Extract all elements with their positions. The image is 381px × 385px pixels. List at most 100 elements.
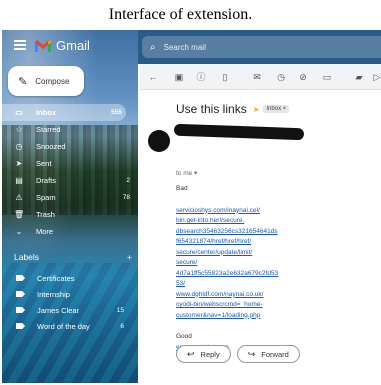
nav-label: Spam [36, 193, 56, 202]
spam-icon: ⚠ [15, 193, 23, 202]
label-name: Internship [37, 289, 70, 299]
sender-avatar [148, 130, 170, 152]
suspicious-link-line[interactable]: bin.get-into.her!/secure. [176, 216, 376, 227]
trash-icon: 🗑 [14, 210, 25, 219]
sidebar: Gmail ✎ Compose ▭ Inbox 555 ☆ Starred ◷ … [2, 30, 138, 383]
label-item-certificates[interactable]: Certificates [2, 270, 138, 286]
message-toolbar: ← ▣ ⓘ ▯ ✉ ◷ ⊘ ▭ ▰ ▷ [140, 64, 381, 90]
figure-caption: Interface of extension. [108, 6, 253, 23]
suspicious-link-line[interactable]: f654321874/href/href/href/ [176, 237, 376, 248]
nav-item-more[interactable]: ⌄ More [2, 223, 138, 240]
star-icon: ☆ [15, 125, 23, 134]
gmail-wordmark: Gmail [56, 38, 90, 53]
message-view: Use this links ➤ Inbox × to me ▾ Bad ser… [140, 90, 381, 383]
suspicious-link-line[interactable]: 53/ [176, 279, 376, 290]
move-to-icon[interactable]: ▭ [320, 70, 334, 84]
nav-label: More [36, 227, 54, 236]
send-icon: ➤ [15, 159, 23, 168]
archive-icon[interactable]: ▣ [172, 70, 186, 84]
draft-icon: ▤ [15, 176, 23, 185]
label-tag-icon [16, 275, 25, 281]
nav-item-inbox[interactable]: ▭ Inbox 555 [2, 104, 126, 121]
recipient-details[interactable]: to me ▾ [176, 169, 197, 177]
nav-count: 78 [122, 194, 130, 201]
nav-label: Drafts [36, 176, 57, 185]
mark-unread-icon[interactable]: ✉ [250, 70, 264, 84]
nav-item-sent[interactable]: ➤ Sent [2, 155, 138, 172]
inbox-icon: ▭ [15, 108, 23, 117]
nav-label: Snoozed [36, 142, 66, 151]
inbox-label-chip[interactable]: Inbox × [263, 105, 290, 113]
reply-label: Reply [200, 349, 220, 359]
label-name: James Clear [37, 305, 80, 315]
label-count: 15 [116, 306, 124, 314]
suspicious-link-line[interactable]: 4d7a1ff5c55823a2e632a679c2fd53 [176, 269, 376, 280]
label-tag-icon [16, 323, 25, 329]
suspicious-link-line[interactable]: servicioshys.com/inaynai.cel/ [176, 206, 376, 217]
compose-label: Compose [35, 76, 70, 86]
nav-item-trash[interactable]: 🗑 Trash [2, 206, 138, 223]
suspicious-link-line[interactable]: secure/center/update/limit/ [176, 248, 376, 259]
label-name: Certificates [37, 273, 75, 283]
label-tag-icon [16, 307, 25, 313]
label-item-james-clear[interactable]: James Clear 15 [2, 302, 138, 318]
nav-item-drafts[interactable]: ▤ Drafts 2 [2, 172, 138, 189]
nav-label: Sent [36, 159, 52, 168]
search-box[interactable]: ⌕ [142, 36, 381, 58]
label-item-word-of-the-day[interactable]: Word of the day 6 [2, 318, 138, 334]
nav-label: Trash [36, 210, 55, 219]
label-count: 6 [120, 322, 124, 330]
label-name: Word of the day [37, 321, 90, 331]
back-arrow-icon[interactable]: ← [146, 70, 160, 84]
nav-label: Starred [36, 125, 61, 134]
gmail-window: Gmail ✎ Compose ▭ Inbox 555 ☆ Starred ◷ … [2, 30, 381, 383]
nav-item-snoozed[interactable]: ◷ Snoozed [2, 138, 138, 155]
email-subject: Use this links [176, 102, 247, 116]
mail-nav: ▭ Inbox 555 ☆ Starred ◷ Snoozed ➤ Sent ▤… [2, 104, 138, 240]
clock-icon: ◷ [15, 142, 23, 151]
redacted-sender [173, 123, 305, 141]
important-marker-icon[interactable]: ➤ [253, 105, 260, 114]
snooze-icon[interactable]: ◷ [274, 70, 288, 84]
labels-header: Labels + [14, 252, 132, 262]
suspicious-link-line[interactable]: secure/ [176, 258, 376, 269]
gmail-logo[interactable]: Gmail [35, 38, 90, 53]
chevron-down-icon: ⌄ [15, 227, 23, 236]
search-bar: ⌕ [138, 30, 381, 64]
report-spam-icon[interactable]: ⓘ [194, 70, 208, 84]
add-label-button[interactable]: + [127, 252, 132, 262]
email-body: Bad servicioshys.com/inaynai.cel/ bin.ge… [176, 184, 376, 353]
suspicious-link2-line[interactable]: customer&nav=1/loading.php [176, 311, 376, 322]
labels-list: Certificates Internship James Clear 15 W… [2, 270, 138, 334]
suspicious-link2-line[interactable]: cyodi-bin/webscrcmd=_home- [176, 300, 376, 311]
search-input[interactable] [163, 42, 344, 52]
reply-arrow-icon: ↩ [187, 348, 195, 359]
pencil-icon: ✎ [18, 75, 28, 88]
label-item-internship[interactable]: Internship [2, 286, 138, 302]
gmail-m-icon [35, 39, 51, 52]
bad-label: Bad [176, 185, 188, 192]
hamburger-menu-icon[interactable] [14, 40, 26, 50]
forward-button[interactable]: ↪ Forward [236, 345, 300, 363]
search-icon[interactable]: ⌕ [150, 42, 156, 53]
suspicious-link-line[interactable]: dbsearch35463256cs321654641ds [176, 227, 376, 238]
label-icon[interactable]: ▷ [370, 70, 381, 84]
nav-label: Inbox [36, 108, 56, 117]
label-tag-icon [16, 291, 25, 297]
add-task-icon[interactable]: ⊘ [296, 70, 310, 84]
nav-item-starred[interactable]: ☆ Starred [2, 121, 138, 138]
reply-button[interactable]: ↩ Reply [176, 345, 231, 363]
good-label: Good [176, 333, 192, 340]
subject-line: Use this links ➤ Inbox × [176, 102, 290, 116]
reply-actions: ↩ Reply ↪ Forward [176, 345, 306, 363]
folder-icon[interactable]: ▰ [352, 70, 366, 84]
delete-icon[interactable]: ▯ [218, 70, 232, 84]
nav-count: 555 [111, 109, 122, 116]
labels-heading: Labels [14, 252, 40, 262]
forward-arrow-icon: ↪ [247, 348, 256, 359]
nav-item-spam[interactable]: ⚠ Spam 78 [2, 189, 138, 206]
compose-button[interactable]: ✎ Compose [8, 66, 84, 96]
suspicious-link2-line[interactable]: www.dghldf.com/naynai.co.uk/ [176, 290, 376, 301]
